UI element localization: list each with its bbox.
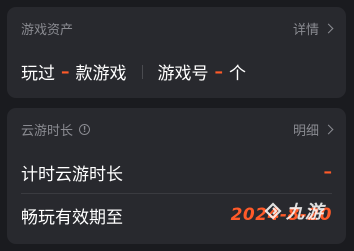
game-accounts-prefix: 游戏号 [157,64,209,84]
chevron-right-icon [323,124,334,135]
game-accounts-suffix: 个 [229,64,246,84]
expiry-row: 畅玩有效期至 2024-8-20 [21,194,332,236]
info-icon[interactable]: ! [79,123,91,135]
game-accounts-value: – [214,61,224,82]
assets-details-link[interactable]: 详情 [292,19,334,38]
timed-cloud-time-row: 计时云游时长 – [21,151,332,194]
cloud-details-link[interactable]: 明细 [292,120,334,139]
timed-cloud-time-value: – [323,162,333,182]
stats-divider [141,64,143,79]
game-assets-card: 游戏资产 详情 玩过 – 款游戏 游戏号 – 个 [7,7,346,98]
assets-details-label: 详情 [292,22,319,38]
game-accounts-stat: 游戏号 – 个 [157,59,247,85]
games-played-stat: 玩过 – 款游戏 [21,59,127,85]
games-played-value: – [61,61,70,82]
assets-stats-row: 玩过 – 款游戏 游戏号 – 个 [21,59,247,85]
game-assets-title: 游戏资产 [21,22,74,38]
games-played-prefix: 玩过 [21,64,55,84]
cloud-time-card: 云游时长 ! 明细 计时云游时长 – 畅玩有效期至 2024-8-20 [7,108,346,244]
cloud-details-label: 明细 [292,123,319,139]
chevron-right-icon [323,23,334,34]
cloud-time-title: 云游时长 [21,123,74,139]
expiry-label: 畅玩有效期至 [21,207,123,228]
game-assets-header: 游戏资产 详情 [21,18,334,38]
expiry-value: 2024-8-20 [230,205,332,225]
timed-cloud-time-label: 计时云游时长 [21,164,123,185]
cloud-time-title-group: 云游时长 ! [21,120,91,139]
games-played-suffix: 款游戏 [75,64,127,84]
cloud-time-header: 云游时长 ! 明细 [21,119,334,139]
